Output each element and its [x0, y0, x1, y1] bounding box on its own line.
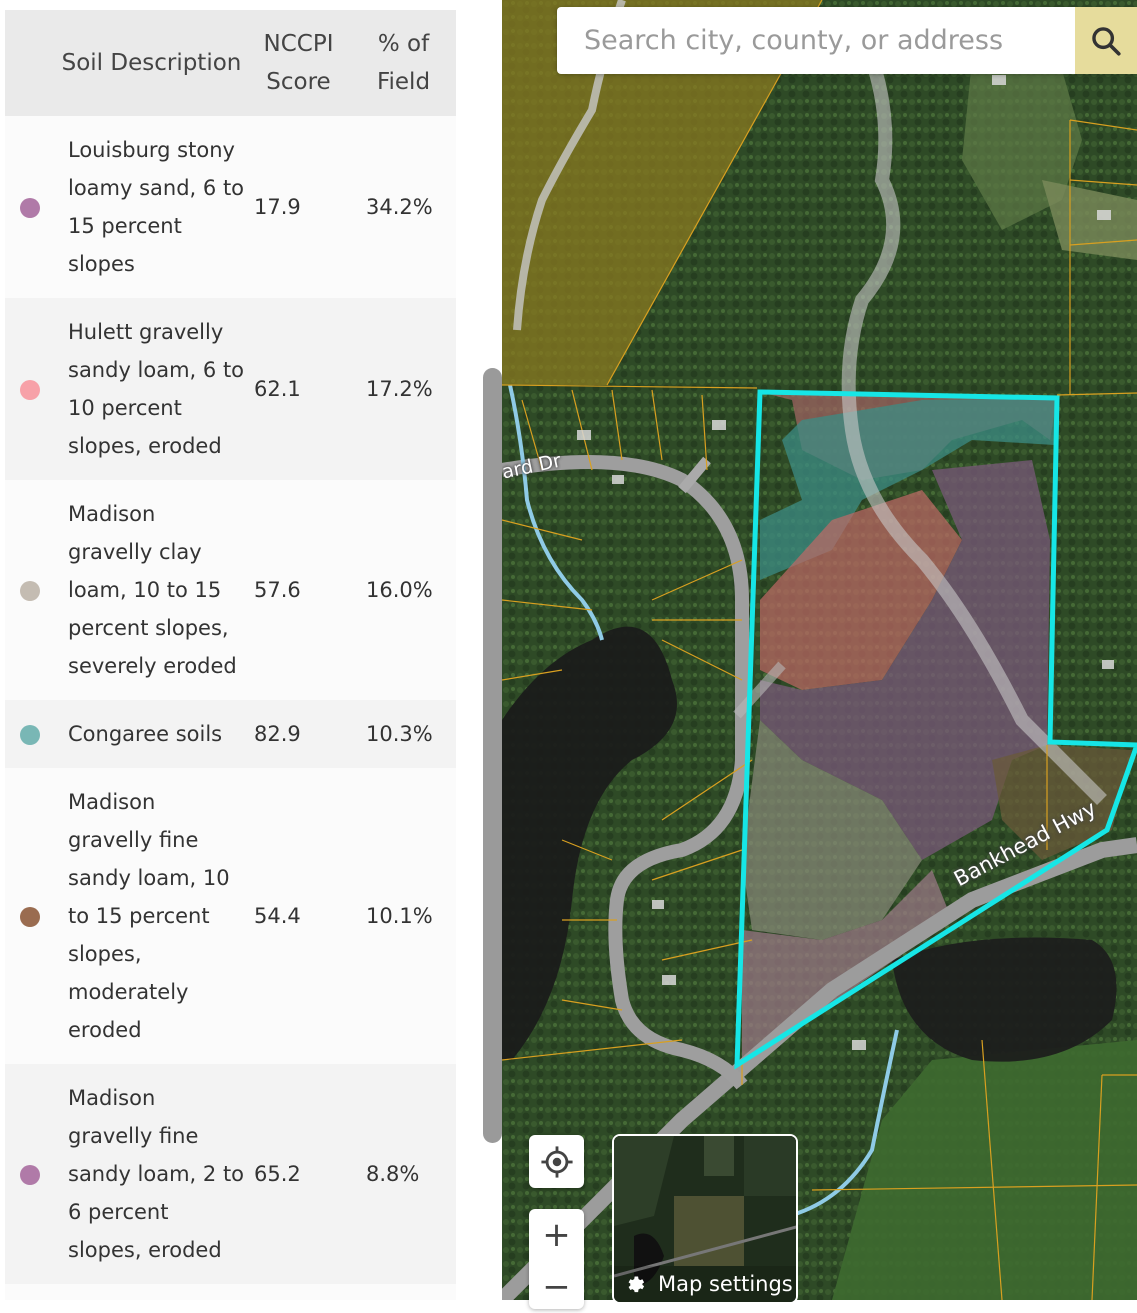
soil-color-cell	[5, 1284, 57, 1300]
soil-color-cell	[5, 768, 57, 1064]
satellite-imagery	[502, 0, 1137, 1300]
map-settings-text: Map settings	[658, 1272, 793, 1296]
soil-panel: Soil Description NCCPI Score % of Field …	[0, 0, 502, 1300]
soil-color-cell	[5, 298, 57, 480]
soil-description: Madison	[57, 1284, 246, 1300]
table-row[interactable]: Madison gravelly clay loam, 10 to 15 per…	[5, 480, 456, 700]
table-row[interactable]: Madison gravelly fine sandy loam, 10 to …	[5, 768, 456, 1064]
zoom-in-button[interactable]: +	[529, 1209, 584, 1261]
map-settings-button[interactable]: Map settings	[612, 1134, 798, 1304]
soil-description: Congaree soils	[57, 700, 246, 768]
table-header-row: Soil Description NCCPI Score % of Field	[5, 10, 456, 116]
table-row[interactable]: Madison gravelly fine sandy loam, 2 to 6…	[5, 1064, 456, 1284]
soil-color-dot	[20, 907, 40, 927]
percent-of-field: 16.0%	[351, 480, 456, 700]
locate-me-button[interactable]	[529, 1135, 584, 1188]
table-row[interactable]: Madison	[5, 1284, 456, 1300]
map-settings-label-row: Map settings	[614, 1266, 796, 1302]
soil-color-dot	[20, 198, 40, 218]
soil-color-cell	[5, 1064, 57, 1284]
soil-description: Madison gravelly fine sandy loam, 2 to 6…	[57, 1064, 246, 1284]
soil-color-cell	[5, 480, 57, 700]
nccpi-score	[246, 1284, 351, 1300]
soil-color-dot	[20, 380, 40, 400]
table-row[interactable]: Hulett gravelly sandy loam, 6 to 10 perc…	[5, 298, 456, 480]
zoom-control: + −	[529, 1209, 584, 1309]
soil-description: Louisburg stony loamy sand, 6 to 15 perc…	[57, 116, 246, 298]
search-input[interactable]	[557, 7, 1064, 74]
soil-color-dot	[20, 725, 40, 745]
soil-color-cell	[5, 116, 57, 298]
percent-of-field: 10.1%	[351, 768, 456, 1064]
search-button[interactable]	[1075, 7, 1137, 74]
percent-of-field: 10.3%	[351, 700, 456, 768]
nccpi-score: 57.6	[246, 480, 351, 700]
scrollbar-thumb[interactable]	[483, 368, 502, 1143]
soil-color-dot	[20, 581, 40, 601]
gear-icon	[626, 1273, 648, 1295]
score-column-header[interactable]: NCCPI Score	[246, 10, 351, 116]
zoom-out-button[interactable]: −	[529, 1261, 584, 1313]
soil-table: Soil Description NCCPI Score % of Field …	[5, 10, 456, 1300]
map-view[interactable]: ard Dr Bankhead Hwy	[502, 0, 1137, 1300]
percent-of-field: 8.8%	[351, 1064, 456, 1284]
nccpi-score: 82.9	[246, 700, 351, 768]
description-column-header[interactable]: Soil Description	[57, 10, 246, 116]
percent-of-field: 17.2%	[351, 298, 456, 480]
percent-column-header[interactable]: % of Field	[351, 10, 456, 116]
crosshair-icon	[540, 1145, 573, 1178]
soil-description: Hulett gravelly sandy loam, 6 to 10 perc…	[57, 298, 246, 480]
percent-of-field	[351, 1284, 456, 1300]
soil-color-cell	[5, 700, 57, 768]
soil-description: Madison gravelly clay loam, 10 to 15 per…	[57, 480, 246, 700]
nccpi-score: 62.1	[246, 298, 351, 480]
soil-color-dot	[20, 1165, 40, 1185]
table-row[interactable]: Congaree soils 82.9 10.3%	[5, 700, 456, 768]
soil-description: Madison gravelly fine sandy loam, 10 to …	[57, 768, 246, 1064]
soil-table-body: Louisburg stony loamy sand, 6 to 15 perc…	[5, 116, 456, 1300]
search-bar	[557, 7, 1137, 74]
search-icon	[1092, 26, 1121, 56]
nccpi-score: 54.4	[246, 768, 351, 1064]
percent-of-field: 34.2%	[351, 116, 456, 298]
nccpi-score: 65.2	[246, 1064, 351, 1284]
nccpi-score: 17.9	[246, 116, 351, 298]
table-row[interactable]: Louisburg stony loamy sand, 6 to 15 perc…	[5, 116, 456, 298]
color-column-header	[5, 10, 57, 116]
